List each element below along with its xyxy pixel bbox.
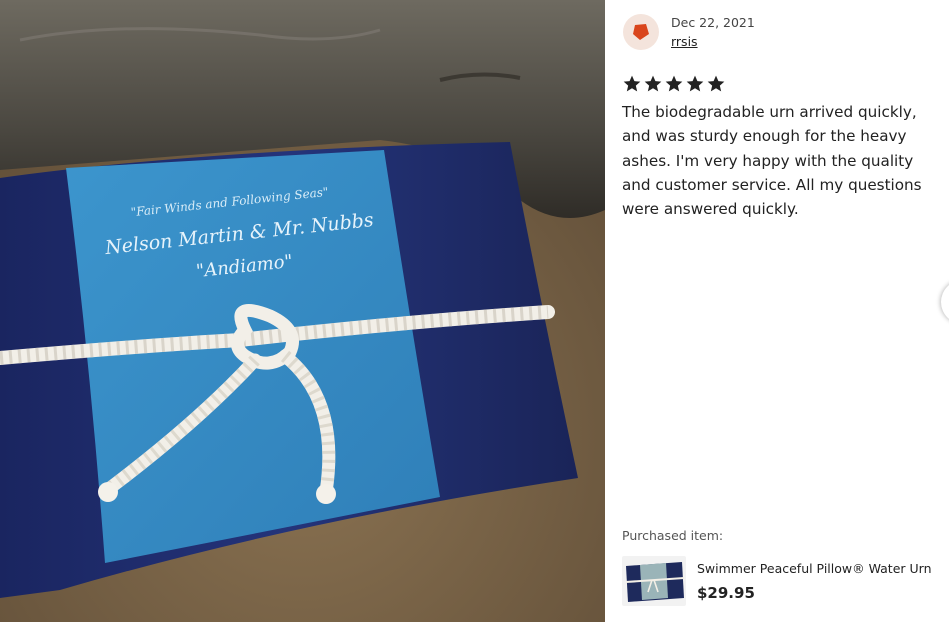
review-photo: "Fair Winds and Following Seas" Nelson M…: [0, 0, 605, 622]
review-date: Dec 22, 2021: [671, 15, 755, 30]
item-thumbnail-image: [622, 556, 686, 606]
review-panel: Dec 22, 2021 rrsis The biodegradable urn…: [605, 0, 949, 622]
reviewer-avatar[interactable]: [623, 14, 659, 50]
next-review-button[interactable]: [941, 280, 949, 324]
star-icon: [665, 75, 683, 92]
star-rating: [622, 74, 726, 94]
reviewer-avatar-icon: [633, 24, 649, 40]
star-icon: [644, 75, 662, 92]
star-icon: [707, 75, 725, 92]
purchased-item-price: $29.95: [697, 584, 755, 602]
purchased-item-label: Purchased item:: [622, 528, 724, 543]
star-icon: [623, 75, 641, 92]
urn-on-sand-image: "Fair Winds and Following Seas" Nelson M…: [0, 0, 605, 622]
star-icon: [686, 75, 704, 92]
purchased-item-link[interactable]: Swimmer Peaceful Pillow® Water Urn $29.9…: [622, 556, 942, 610]
review-text: The biodegradable urn arrived quickly, a…: [622, 103, 922, 219]
reviewer-username-link[interactable]: rrsis: [671, 34, 698, 49]
purchased-item-name: Swimmer Peaceful Pillow® Water Urn: [697, 561, 932, 576]
purchased-item-thumbnail: [622, 556, 686, 606]
